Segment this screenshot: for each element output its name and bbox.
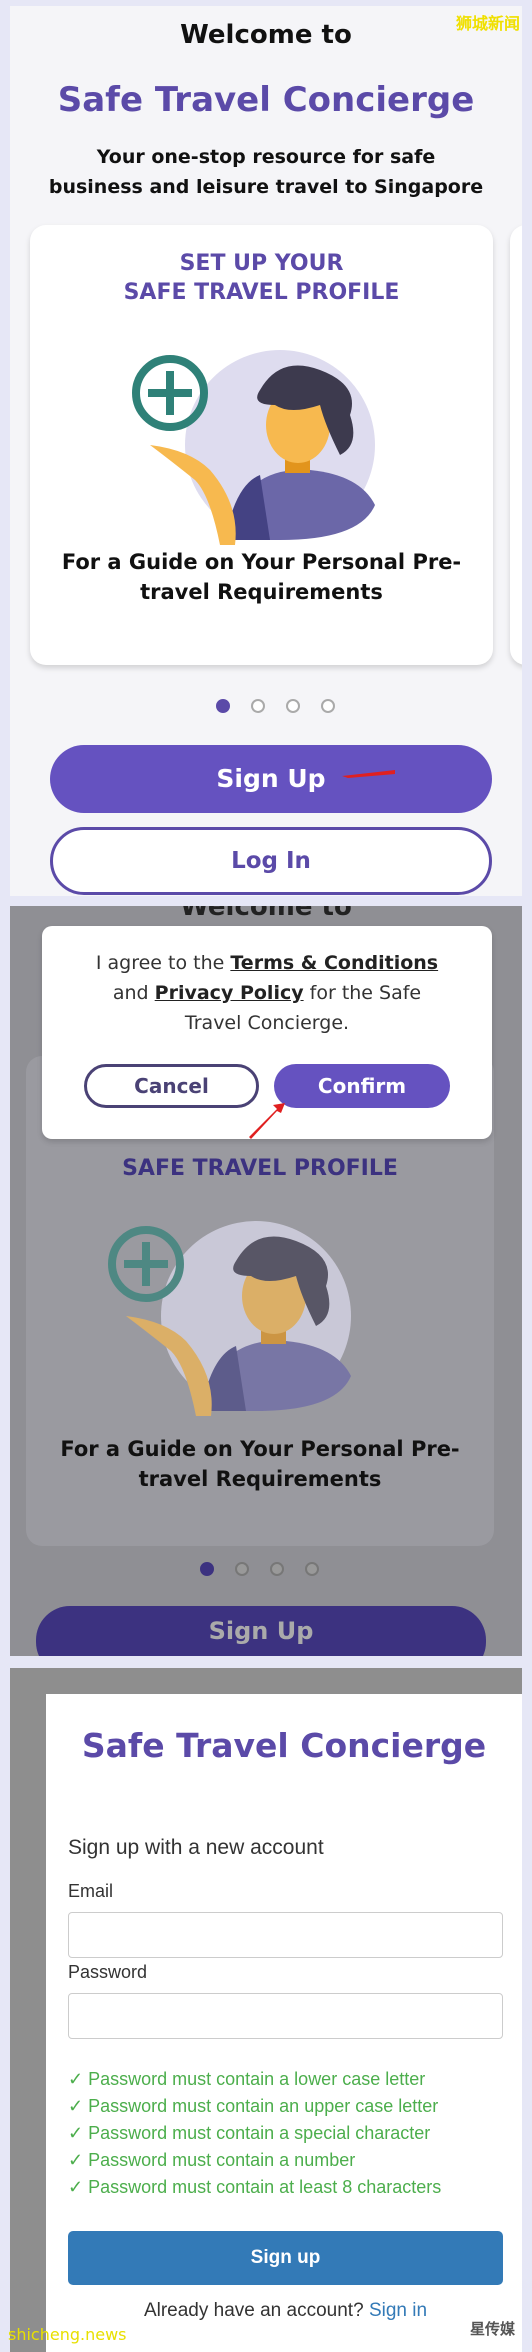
sign-in-link[interactable]: Sign in (369, 2300, 427, 2321)
card-title: SAFE TRAVEL PROFILE (122, 1156, 398, 1181)
password-rule: ✓ Password must contain a lower case let… (68, 2069, 426, 2089)
text: and (112, 982, 149, 1004)
terms-link[interactable]: Terms & Conditions (230, 952, 438, 974)
password-rule: ✓ Password must contain a special charac… (68, 2123, 431, 2143)
form-heading: Sign up with a new account (68, 1836, 324, 1859)
welcome-heading: Welcome to (180, 906, 352, 922)
carousel-dot-3 (270, 1562, 284, 1576)
sign-up-button-dimmed: Sign Up (36, 1606, 486, 1656)
app-title: Safe Travel Concierge (57, 80, 475, 120)
next-card-peek[interactable] (510, 225, 522, 665)
watermark: 狮城新闻 (455, 14, 520, 33)
privacy-link[interactable]: Privacy Policy (155, 982, 304, 1004)
carousel-dot-4 (305, 1562, 319, 1576)
subtitle: Your one-stop resource for safe business … (10, 142, 522, 202)
password-input[interactable] (68, 1993, 503, 2039)
annotation-arrow-icon (342, 770, 395, 778)
email-input[interactable] (68, 1912, 503, 1958)
carousel-dot-4[interactable] (321, 699, 335, 713)
carousel-dot-1[interactable] (216, 699, 230, 713)
log-in-button[interactable]: Log In (50, 827, 492, 895)
profile-illustration (106, 1206, 366, 1426)
password-rule: ✓ Password must contain a number (68, 2150, 356, 2170)
terms-dialog: I agree to the Terms & Conditions and Pr… (42, 926, 492, 1139)
signin-prompt: Already have an account? Sign in (68, 2300, 503, 2322)
password-rule: ✓ Password must contain an upper case le… (68, 2096, 439, 2116)
carousel-dot-2 (235, 1562, 249, 1576)
card-title: SET UP YOUR (179, 251, 344, 276)
app-title: Safe Travel Concierge (81, 1726, 487, 1765)
text: I agree to the (95, 952, 231, 974)
already-text: Already have an account? (143, 2300, 369, 2321)
cancel-button[interactable]: Cancel (84, 1064, 259, 1108)
card-text: For a Guide on Your Personal Pre- (61, 550, 462, 574)
welcome-heading: Welcome to (180, 20, 352, 50)
terms-text: I agree to the Terms & Conditions and Pr… (42, 948, 492, 1038)
profile-card[interactable]: SET UP YOUR SAFE TRAVEL PROFILE For a Gui… (30, 225, 493, 665)
watermark: shicheng.news (8, 2325, 127, 2344)
subtitle-line: Your one-stop resource for safe (96, 146, 436, 168)
subtitle-line: business and leisure travel to Singapore (48, 176, 484, 198)
confirm-button[interactable]: Confirm (274, 1064, 450, 1108)
card-text: travel Requirements (138, 1467, 382, 1491)
annotation-arrow-icon (249, 1103, 285, 1139)
profile-illustration (130, 335, 390, 555)
carousel-dot-2[interactable] (251, 699, 265, 713)
carousel-dot-1 (200, 1562, 214, 1576)
watermark: 星传媒 (470, 2320, 516, 2338)
password-label: Password (68, 1962, 148, 1982)
sign-up-button[interactable]: Sign Up (50, 745, 492, 813)
email-label: Email (68, 1881, 114, 1901)
welcome-screen: Welcome to Safe Travel Concierge Your on… (10, 6, 522, 896)
sign-up-submit-button[interactable]: Sign up (68, 2231, 503, 2285)
card-text: For a Guide on Your Personal Pre- (60, 1437, 460, 1461)
carousel-dot-3[interactable] (286, 699, 300, 713)
terms-dialog-screen: Welcome to SAFE TRAVEL PROFILE For a Gui… (10, 906, 522, 1656)
password-rule: ✓ Password must contain at least 8 chara… (68, 2177, 442, 2197)
card-title: SAFE TRAVEL PROFILE (123, 280, 400, 305)
card-text: travel Requirements (140, 580, 383, 604)
